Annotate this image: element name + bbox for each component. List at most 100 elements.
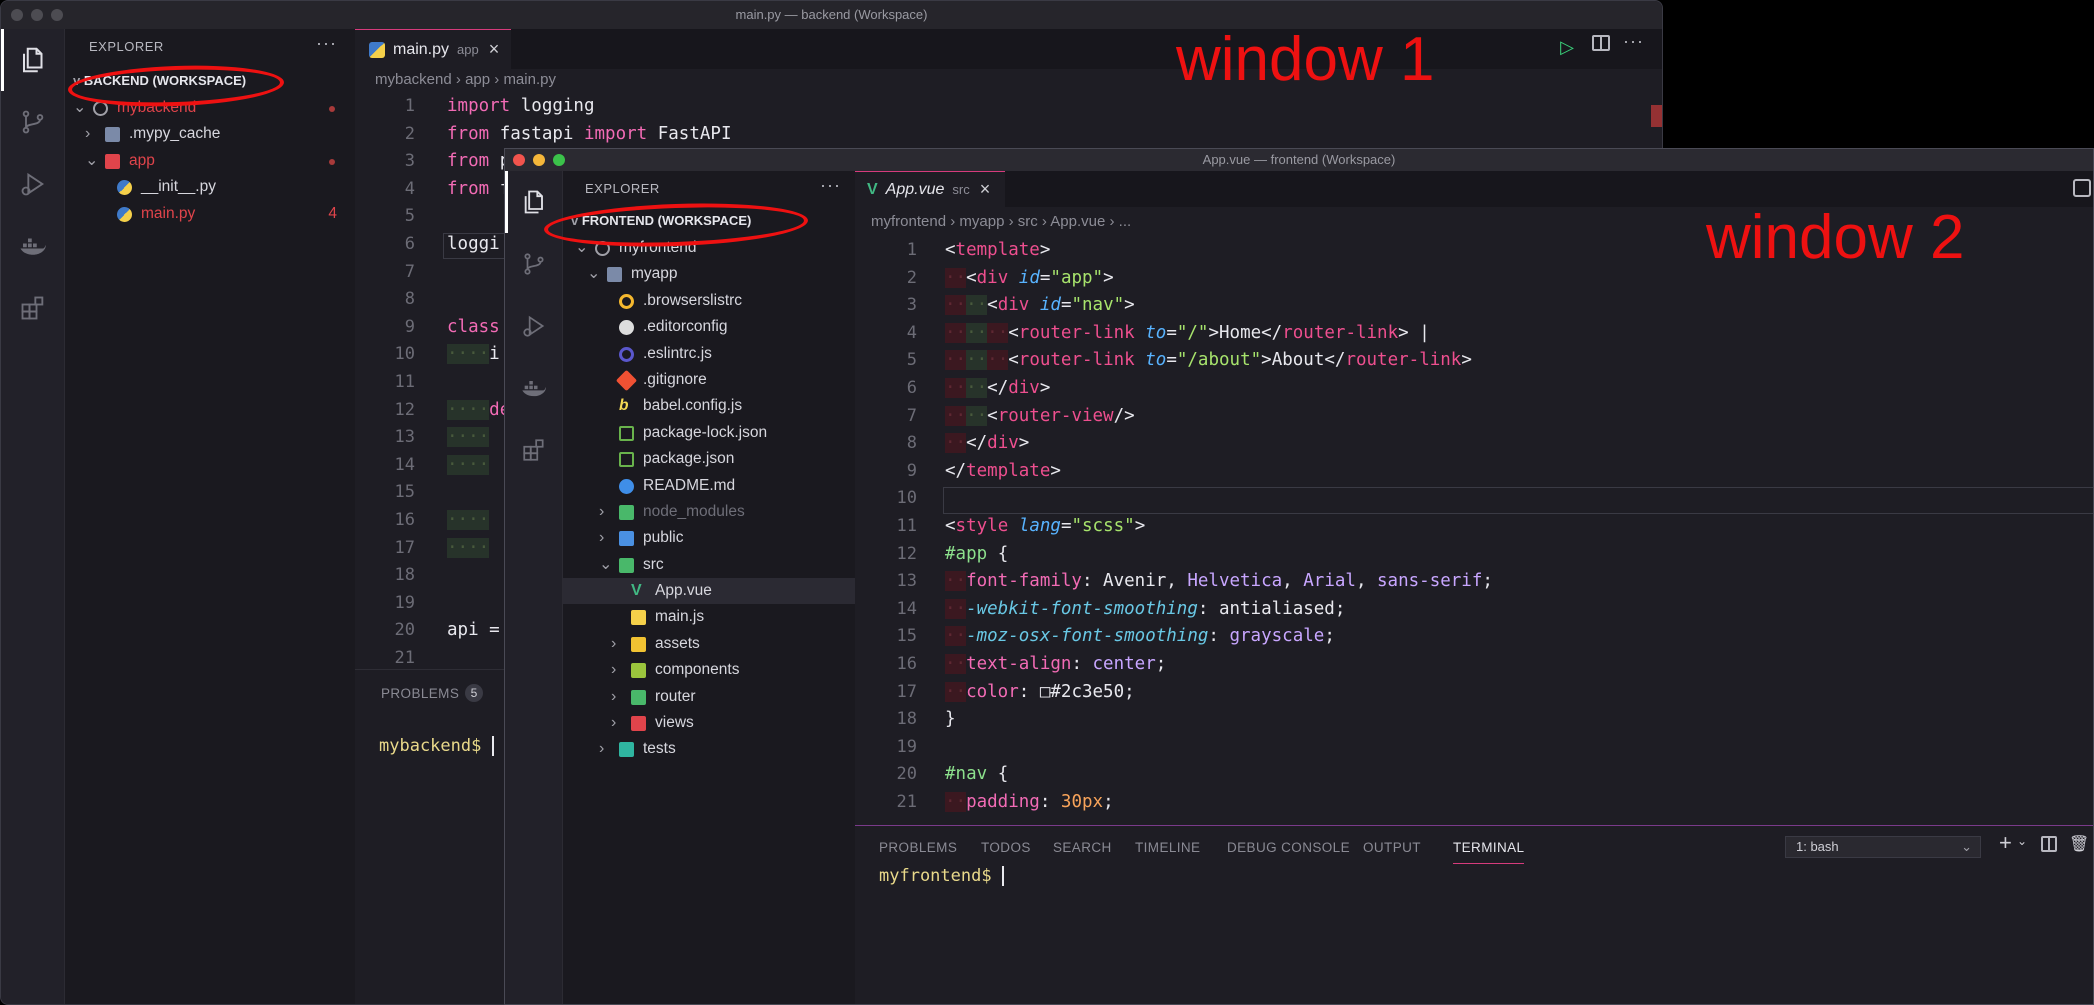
editor-more-icon[interactable]: ···	[1623, 31, 1644, 52]
minimize-window-button[interactable]	[533, 154, 545, 166]
tree-item-public[interactable]: › public	[563, 525, 855, 551]
close-window-button[interactable]	[11, 9, 23, 21]
run-icon[interactable]: ▷	[1560, 37, 1574, 58]
breadcrumb-item[interactable]: mybackend	[375, 71, 452, 88]
tab-todos[interactable]: TODOS	[981, 840, 1031, 855]
code-line[interactable]: ··<div id="app">	[945, 265, 1493, 293]
breadcrumb-item[interactable]: main.py	[503, 71, 556, 88]
terminal-dropdown-icon[interactable]: ⌄	[2017, 834, 2027, 848]
code-editor[interactable]: 1 2 3 4 5 6 7 8 9 10 11 12 13 14 15 16 17 18 19 20 21 <templ…	[855, 237, 2093, 825]
terminal-prompt[interactable]: myfrontend$	[879, 866, 1004, 886]
tree-item-main-js[interactable]: main.js	[563, 604, 855, 630]
chevron-right-icon[interactable]: ›	[611, 657, 623, 678]
tab-app-vue[interactable]: V App.vue src ×	[855, 171, 1005, 207]
tree-item-myapp[interactable]: ⌄ myapp	[563, 261, 855, 287]
maximize-window-button[interactable]	[51, 9, 63, 21]
chevron-right-icon[interactable]: ›	[611, 710, 623, 731]
breadcrumb-item[interactable]: myfrontend	[871, 213, 946, 230]
code-line[interactable]: #app {	[945, 541, 1493, 569]
tree-item--eslintrc-js[interactable]: .eslintrc.js	[563, 341, 855, 367]
more-actions-icon[interactable]: ···	[820, 175, 841, 196]
tab-search[interactable]: SEARCH	[1053, 840, 1112, 855]
tree-item--editorconfig[interactable]: .editorconfig	[563, 314, 855, 340]
terminal-select[interactable]: 1: bash ⌄	[1785, 836, 1981, 858]
tree-item-app[interactable]: ⌄ app	[65, 148, 355, 174]
trash-icon[interactable]: 🗑	[2069, 834, 2089, 854]
code-line[interactable]: <template>	[945, 237, 1493, 265]
chevron-right-icon[interactable]: ›	[599, 499, 611, 520]
more-actions-icon[interactable]: ···	[316, 33, 337, 54]
tab-close-icon[interactable]: ×	[980, 179, 991, 200]
tree-item--init-py[interactable]: __init__.py	[65, 174, 355, 200]
extensions-icon[interactable]	[1, 277, 64, 339]
breadcrumb-item[interactable]: ...	[1119, 213, 1132, 230]
breadcrumb-item[interactable]: myapp	[959, 213, 1004, 230]
tree-item-app-vue[interactable]: V App.vue	[563, 578, 855, 605]
explorer-icon[interactable]	[1, 29, 64, 91]
terminal-prompt[interactable]: mybackend$	[379, 736, 494, 756]
code-line[interactable]: import logging	[447, 93, 732, 121]
code-line[interactable]: ··padding: 30px;	[945, 789, 1493, 817]
code-line[interactable]: ······<router-link to="/">Home</router-l…	[945, 320, 1493, 348]
docker-icon[interactable]	[505, 357, 562, 419]
split-editor-icon[interactable]	[1592, 35, 1610, 51]
tree-item-babel-config-js[interactable]: b babel.config.js	[563, 393, 855, 419]
tab-debug-console[interactable]: DEBUG CONSOLE	[1227, 840, 1350, 855]
chevron-right-icon[interactable]: ›	[85, 121, 97, 142]
tab-timeline[interactable]: TIMELINE	[1135, 840, 1200, 855]
chevron-down-icon[interactable]: ⌄	[599, 552, 612, 573]
code-content[interactable]: <template> ··<div id="app"> ····<div id="n…	[945, 237, 1493, 816]
tree-item--gitignore[interactable]: .gitignore	[563, 367, 855, 393]
minimize-window-button[interactable]	[31, 9, 43, 21]
tab-problems[interactable]: PROBLEMS	[381, 686, 459, 701]
code-line[interactable]: ······<router-link to="/about">About</ro…	[945, 347, 1493, 375]
tree-item-main-py[interactable]: main.py 4	[65, 201, 355, 227]
maximize-window-button[interactable]	[553, 154, 565, 166]
breadcrumb-item[interactable]: App.vue	[1050, 213, 1105, 230]
tree-item-views[interactable]: › views	[563, 710, 855, 736]
code-line[interactable]: ····</div>	[945, 375, 1493, 403]
code-line[interactable]: from fastapi import FastAPI	[447, 121, 732, 149]
docker-icon[interactable]	[1, 215, 64, 277]
code-line[interactable]: ····<router-view/>	[945, 403, 1493, 431]
window2-titlebar[interactable]: App.vue — frontend (Workspace)	[505, 149, 2093, 171]
run-debug-icon[interactable]	[505, 295, 562, 357]
tree-item-tests[interactable]: › tests	[563, 736, 855, 762]
breadcrumb-item[interactable]: src	[1018, 213, 1038, 230]
source-control-icon[interactable]	[505, 233, 562, 295]
code-line[interactable]: ··text-align: center;	[945, 651, 1493, 679]
tree-item-components[interactable]: › components	[563, 657, 855, 683]
code-line[interactable]: ··font-family: Avenir, Helvetica, Arial,…	[945, 568, 1493, 596]
close-window-button[interactable]	[513, 154, 525, 166]
code-line[interactable]: ··color: □#2c3e50;	[945, 679, 1493, 707]
code-line[interactable]: ··</div>	[945, 430, 1493, 458]
code-line[interactable]: }	[945, 706, 1493, 734]
tree-item-src[interactable]: ⌄ src	[563, 552, 855, 578]
code-line[interactable]: ··-moz-osx-font-smoothing: grayscale;	[945, 623, 1493, 651]
chevron-right-icon[interactable]: ›	[611, 631, 623, 652]
tree-item-package-lock-json[interactable]: package-lock.json	[563, 420, 855, 446]
tab-main-py[interactable]: main.py app ×	[355, 29, 511, 69]
tree-item--browserslistrc[interactable]: .browserslistrc	[563, 288, 855, 314]
tree-item-node-modules[interactable]: › node_modules	[563, 499, 855, 525]
chevron-down-icon[interactable]: ⌄	[85, 148, 98, 169]
new-terminal-icon[interactable]: +	[1999, 830, 2012, 856]
code-line[interactable]: ····<div id="nav">	[945, 292, 1493, 320]
tree-item-router[interactable]: › router	[563, 684, 855, 710]
tree-item-readme-md[interactable]: README.md	[563, 473, 855, 499]
tree-item-package-json[interactable]: package.json	[563, 446, 855, 472]
split-terminal-icon[interactable]	[2041, 836, 2057, 852]
chevron-right-icon[interactable]: ›	[611, 684, 623, 705]
chevron-right-icon[interactable]: ›	[599, 525, 611, 546]
tab-problems[interactable]: PROBLEMS	[879, 840, 957, 855]
chevron-right-icon[interactable]: ›	[599, 736, 611, 757]
chevron-down-icon[interactable]: ⌄	[587, 261, 600, 282]
tree-item-assets[interactable]: › assets	[563, 631, 855, 657]
code-line[interactable]	[945, 734, 1493, 762]
run-debug-icon[interactable]	[1, 153, 64, 215]
code-line[interactable]: ··-webkit-font-smoothing: antialiased;	[945, 596, 1493, 624]
code-line[interactable]: #nav {	[945, 761, 1493, 789]
source-control-icon[interactable]	[1, 91, 64, 153]
breadcrumb-item[interactable]: app	[465, 71, 490, 88]
tab-close-icon[interactable]: ×	[489, 39, 500, 60]
